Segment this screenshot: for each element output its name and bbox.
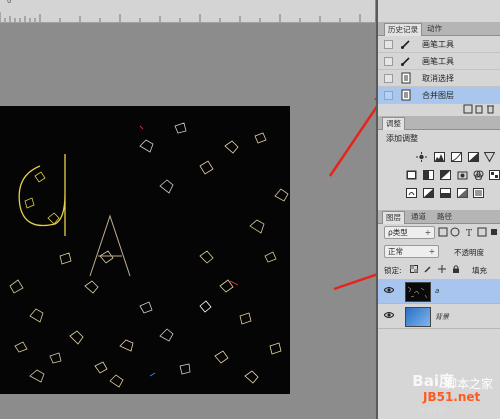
- adjustments-panel-tabbar: 调整: [378, 116, 500, 130]
- history-footer-icons: [463, 104, 494, 114]
- jb51-site-watermark: JB51.net: [423, 390, 481, 404]
- eye-icon[interactable]: [384, 311, 394, 319]
- levels-icon[interactable]: [434, 152, 445, 162]
- gradient-map-icon[interactable]: [457, 188, 468, 198]
- brush-icon: [401, 40, 410, 49]
- lock-pixels-icon[interactable]: [424, 265, 432, 273]
- history-snapshot-checkbox[interactable]: [384, 40, 393, 49]
- document-icon: [401, 72, 411, 84]
- history-item[interactable]: 画笔工具: [378, 36, 500, 53]
- opacity-label: 不透明度: [454, 248, 484, 257]
- tab-adjustments[interactable]: 调整: [382, 117, 405, 130]
- channel-mixer-icon[interactable]: [473, 170, 484, 180]
- jingyan-url-watermark: jingyan: [418, 405, 448, 414]
- history-item-label: 画笔工具: [422, 40, 454, 49]
- threshold-icon[interactable]: [440, 188, 451, 198]
- layer-thumbnail: [405, 307, 431, 327]
- vibrance-icon[interactable]: [484, 152, 495, 162]
- photo-filter-icon[interactable]: [457, 170, 468, 180]
- new-document-icon: [475, 105, 483, 114]
- layer-row-a[interactable]: a: [378, 279, 500, 304]
- fill-label: 填充: [472, 266, 487, 275]
- invert-icon[interactable]: [406, 188, 417, 198]
- adjustment-filter-icon: [450, 227, 460, 237]
- type-filter-icon: T: [466, 229, 472, 238]
- lock-position-icon[interactable]: [438, 265, 446, 273]
- layer-name: a: [435, 287, 440, 295]
- history-item[interactable]: 取消选择: [378, 70, 500, 87]
- layer-filter-select[interactable]: ρ类型 ÷: [384, 226, 435, 239]
- layer-filter-value: ρ类型: [388, 228, 408, 237]
- blend-mode-value: 正常: [388, 247, 403, 256]
- history-snapshot-checkbox[interactable]: [384, 91, 393, 100]
- lock-all-icon[interactable]: [452, 265, 460, 273]
- brightness-icon[interactable]: [416, 152, 427, 162]
- lock-transparency-icon[interactable]: [410, 265, 418, 273]
- eye-icon[interactable]: [384, 286, 394, 294]
- thumbnail-artwork: [407, 286, 428, 299]
- posterize-icon[interactable]: [423, 188, 434, 198]
- color-balance-icon[interactable]: [423, 170, 434, 180]
- layer-name: 背景: [435, 313, 449, 321]
- layer-filter-icons: T: [438, 227, 497, 238]
- history-panel-tabbar: 历史记录 动作: [378, 22, 500, 36]
- right-panel-dock: 历史记录 动作 画笔工具 画笔工具 取消选择 合并图层 调整 添加调整 图层 通…: [376, 0, 500, 419]
- chevron-down-icon: ÷: [428, 247, 435, 256]
- pixel-filter-icon: [438, 227, 448, 237]
- adjustments-title: 添加调整: [386, 134, 418, 143]
- layers-panel-tabbar: 图层 通道 路径: [378, 210, 500, 224]
- history-snapshot-checkbox[interactable]: [384, 57, 393, 66]
- history-item-label: 画笔工具: [422, 57, 454, 66]
- tab-layers[interactable]: 图层: [382, 211, 405, 224]
- history-snapshot-checkbox[interactable]: [384, 74, 393, 83]
- color-lookup-icon[interactable]: [489, 170, 500, 180]
- black-white-icon[interactable]: [440, 170, 451, 180]
- layer-thumbnail: [405, 282, 431, 302]
- trash-icon: [487, 105, 494, 114]
- chevron-down-icon: ÷: [424, 228, 431, 237]
- new-snapshot-icon: [463, 104, 473, 114]
- selective-color-icon[interactable]: [473, 188, 484, 198]
- lock-label: 锁定:: [384, 266, 402, 275]
- history-item-selected[interactable]: 合并图层: [378, 87, 500, 104]
- history-item-label: 合并图层: [422, 91, 454, 100]
- tab-history[interactable]: 历史记录: [384, 23, 422, 36]
- tab-paths[interactable]: 路径: [434, 211, 455, 223]
- hue-saturation-icon[interactable]: [406, 170, 417, 180]
- tab-channels[interactable]: 通道: [408, 211, 429, 223]
- brush-icon: [401, 57, 410, 66]
- shape-filter-icon: [477, 227, 487, 237]
- exposure-icon[interactable]: [468, 152, 479, 162]
- document-icon: [401, 89, 411, 101]
- history-item[interactable]: 画笔工具: [378, 53, 500, 70]
- curves-icon[interactable]: [451, 152, 462, 162]
- smart-object-filter-icon: [491, 229, 497, 235]
- layer-row-background[interactable]: 背景: [378, 304, 500, 329]
- tab-actions[interactable]: 动作: [424, 23, 445, 35]
- blend-mode-select[interactable]: 正常 ÷: [384, 245, 439, 258]
- history-item-label: 取消选择: [422, 74, 454, 83]
